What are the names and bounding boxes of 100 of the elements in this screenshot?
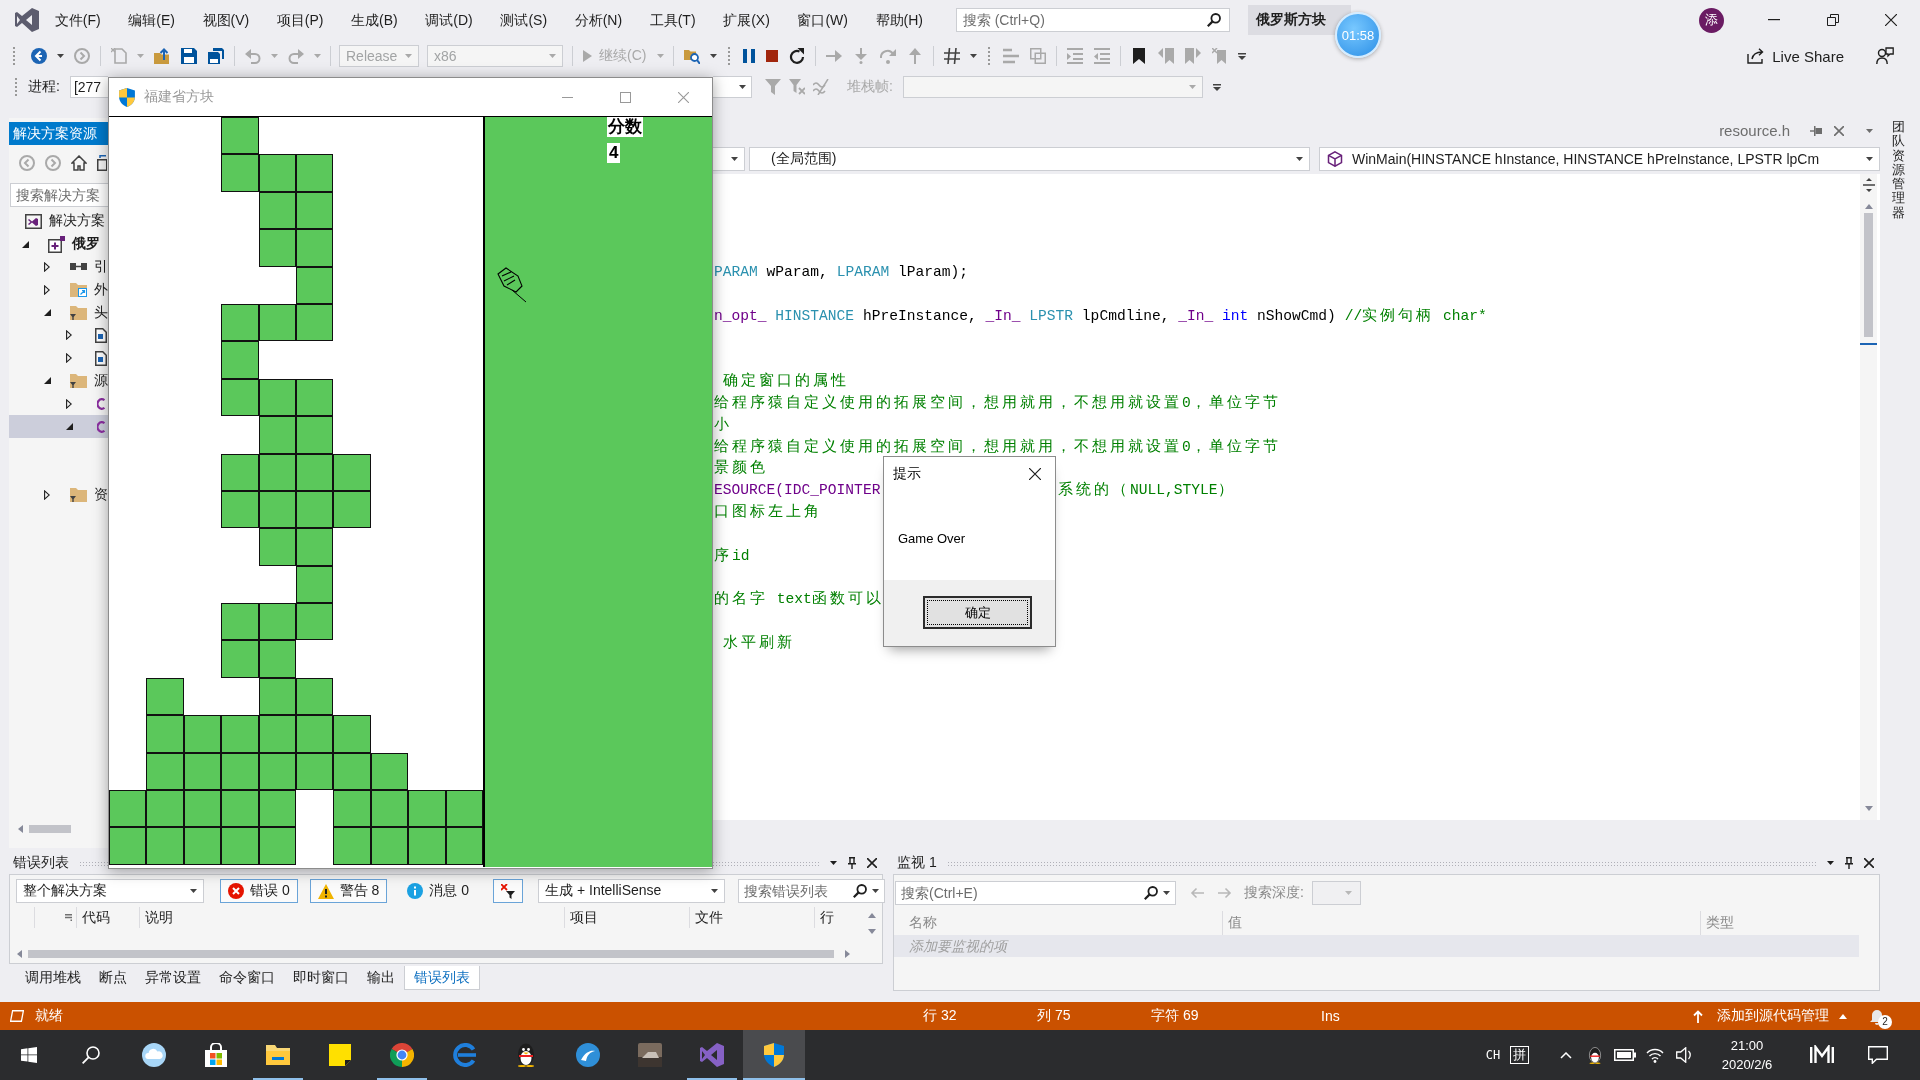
grip-handle[interactable]: [12, 46, 16, 66]
battery-icon[interactable]: [1614, 1049, 1636, 1061]
triangle-icon[interactable]: [66, 398, 72, 409]
column-options-icon[interactable]: [65, 914, 72, 921]
search-field[interactable]: 搜索解决方案: [10, 183, 108, 207]
ime-mode[interactable]: 拼: [1509, 1046, 1529, 1064]
side-tab[interactable]: 团队资源管理器: [1892, 120, 1905, 221]
tree-item[interactable]: 资: [9, 483, 108, 507]
ribbon-logo-icon[interactable]: [700, 1043, 724, 1067]
caret-icon[interactable]: [709, 54, 717, 58]
ok-button[interactable]: 确定: [923, 596, 1032, 629]
tree-item[interactable]: 源: [9, 369, 108, 393]
window-panes-icon[interactable]: [21, 1047, 37, 1063]
caret-icon[interactable]: [1827, 861, 1834, 865]
scroll-thumb[interactable]: [29, 825, 71, 833]
menu-item[interactable]: 窗口(W): [783, 7, 862, 33]
restore-icon[interactable]: [1827, 14, 1839, 26]
search-icon[interactable]: [81, 1046, 100, 1064]
search-field[interactable]: 搜索错误列表: [738, 879, 886, 903]
input-language[interactable]: CH: [1485, 1048, 1501, 1062]
swirl-icon[interactable]: [576, 1043, 600, 1067]
menu-item[interactable]: 帮助(H): [861, 7, 937, 33]
home-icon[interactable]: [71, 155, 87, 171]
tree-item[interactable]: 引: [9, 255, 108, 279]
pin-icon[interactable]: [1845, 857, 1853, 869]
triangle-icon[interactable]: [44, 284, 50, 295]
close-icon[interactable]: [1864, 858, 1874, 868]
triangle-icon[interactable]: [44, 309, 51, 317]
scope-dropdown[interactable]: 整个解决方案: [16, 879, 204, 903]
panel-tab[interactable]: 输出: [358, 966, 404, 990]
stop-icon[interactable]: [765, 50, 778, 62]
pin-icon[interactable]: [848, 857, 856, 869]
account-avatar[interactable]: 添: [1699, 7, 1724, 33]
picture-icon[interactable]: [638, 1043, 662, 1067]
triangle-icon[interactable]: [66, 423, 73, 431]
caret-icon[interactable]: [969, 54, 977, 58]
panel-tab[interactable]: 错误列表: [404, 966, 480, 990]
scroll-right-icon[interactable]: [845, 950, 850, 958]
column-header[interactable]: 代码: [82, 908, 110, 927]
chevron-up-icon[interactable]: [1560, 1051, 1572, 1059]
wifi-icon[interactable]: [1646, 1047, 1664, 1063]
segmented-circle-icon[interactable]: [390, 1043, 414, 1067]
triangle-icon[interactable]: [44, 377, 51, 385]
scope-dropdown[interactable]: (全局范围): [749, 147, 1310, 171]
close-icon[interactable]: [1885, 14, 1897, 26]
menu-item[interactable]: 文件(F): [41, 7, 115, 33]
filter-toggle[interactable]: [493, 879, 524, 903]
split-handle-icon[interactable]: [1862, 178, 1875, 192]
bookmark-icon[interactable]: [1132, 48, 1145, 64]
menu-item[interactable]: 编辑(E): [114, 7, 189, 33]
hash-icon[interactable]: [943, 48, 960, 64]
cloud-icon[interactable]: [142, 1043, 166, 1067]
restart-icon[interactable]: [788, 48, 805, 64]
penguin-icon[interactable]: [1588, 1046, 1602, 1064]
tree-item[interactable]: 外: [9, 278, 108, 302]
menu-item[interactable]: 视图(V): [188, 7, 263, 33]
shopping-bag-icon[interactable]: [204, 1043, 228, 1067]
nav-dropdown[interactable]: [713, 147, 745, 171]
overflow-caret-icon[interactable]: [1212, 83, 1221, 91]
tree-item[interactable]: 头: [9, 301, 108, 324]
panel-tab[interactable]: 断点: [90, 966, 136, 990]
close-icon[interactable]: [1029, 468, 1041, 480]
menu-item[interactable]: 分析(N): [560, 7, 636, 33]
caret-icon[interactable]: [56, 54, 64, 58]
triangle-icon[interactable]: [44, 489, 50, 500]
caret-icon[interactable]: [830, 861, 837, 865]
vertical-scrollbar[interactable]: [1860, 174, 1877, 820]
menu-item[interactable]: 测试(S): [486, 7, 561, 33]
feedback-icon[interactable]: [1876, 47, 1894, 65]
scroll-thumb[interactable]: [28, 950, 834, 958]
tree-item[interactable]: [9, 415, 108, 438]
search-field[interactable]: 搜索 (Ctrl+Q): [955, 8, 1230, 32]
folder-icon[interactable]: [266, 1045, 290, 1065]
panel-tab[interactable]: 即时窗口: [284, 966, 358, 990]
member-dropdown[interactable]: WinMain(HINSTANCE hInstance, HINSTANCE hPreInstance, LPSTR lpCm: [1319, 147, 1880, 171]
close-icon[interactable]: [867, 858, 877, 868]
dropdown-field[interactable]: [713, 76, 752, 98]
speaker-icon[interactable]: [1675, 1047, 1693, 1063]
triangle-icon[interactable]: [22, 240, 29, 248]
minimize-icon[interactable]: [1768, 19, 1780, 21]
panel-tab[interactable]: 命令窗口: [210, 966, 284, 990]
column-header[interactable]: 说明: [145, 908, 173, 927]
maximize-icon[interactable]: [619, 91, 631, 103]
column-header[interactable]: 项目: [570, 908, 598, 927]
menu-item[interactable]: 调试(D): [411, 7, 487, 33]
scroll-left-icon[interactable]: [18, 825, 23, 833]
page-arrow-icon[interactable]: [97, 155, 107, 171]
menu-item[interactable]: 生成(B): [337, 7, 412, 33]
triangle-icon[interactable]: [44, 262, 50, 272]
triangle-icon[interactable]: [66, 330, 72, 341]
grip-handle[interactable]: [14, 77, 18, 97]
sticky-note-icon[interactable]: [329, 1044, 351, 1066]
open-folder-icon[interactable]: [153, 48, 170, 64]
scroll-left-icon[interactable]: [17, 950, 22, 958]
tree-item[interactable]: 俄罗: [9, 232, 108, 256]
save-icon[interactable]: [180, 48, 197, 64]
triangle-icon[interactable]: [66, 353, 72, 364]
tree-item[interactable]: 解决方案: [9, 210, 108, 233]
panel-tab[interactable]: 异常设置: [136, 966, 210, 990]
scroll-down-icon[interactable]: [868, 929, 876, 934]
